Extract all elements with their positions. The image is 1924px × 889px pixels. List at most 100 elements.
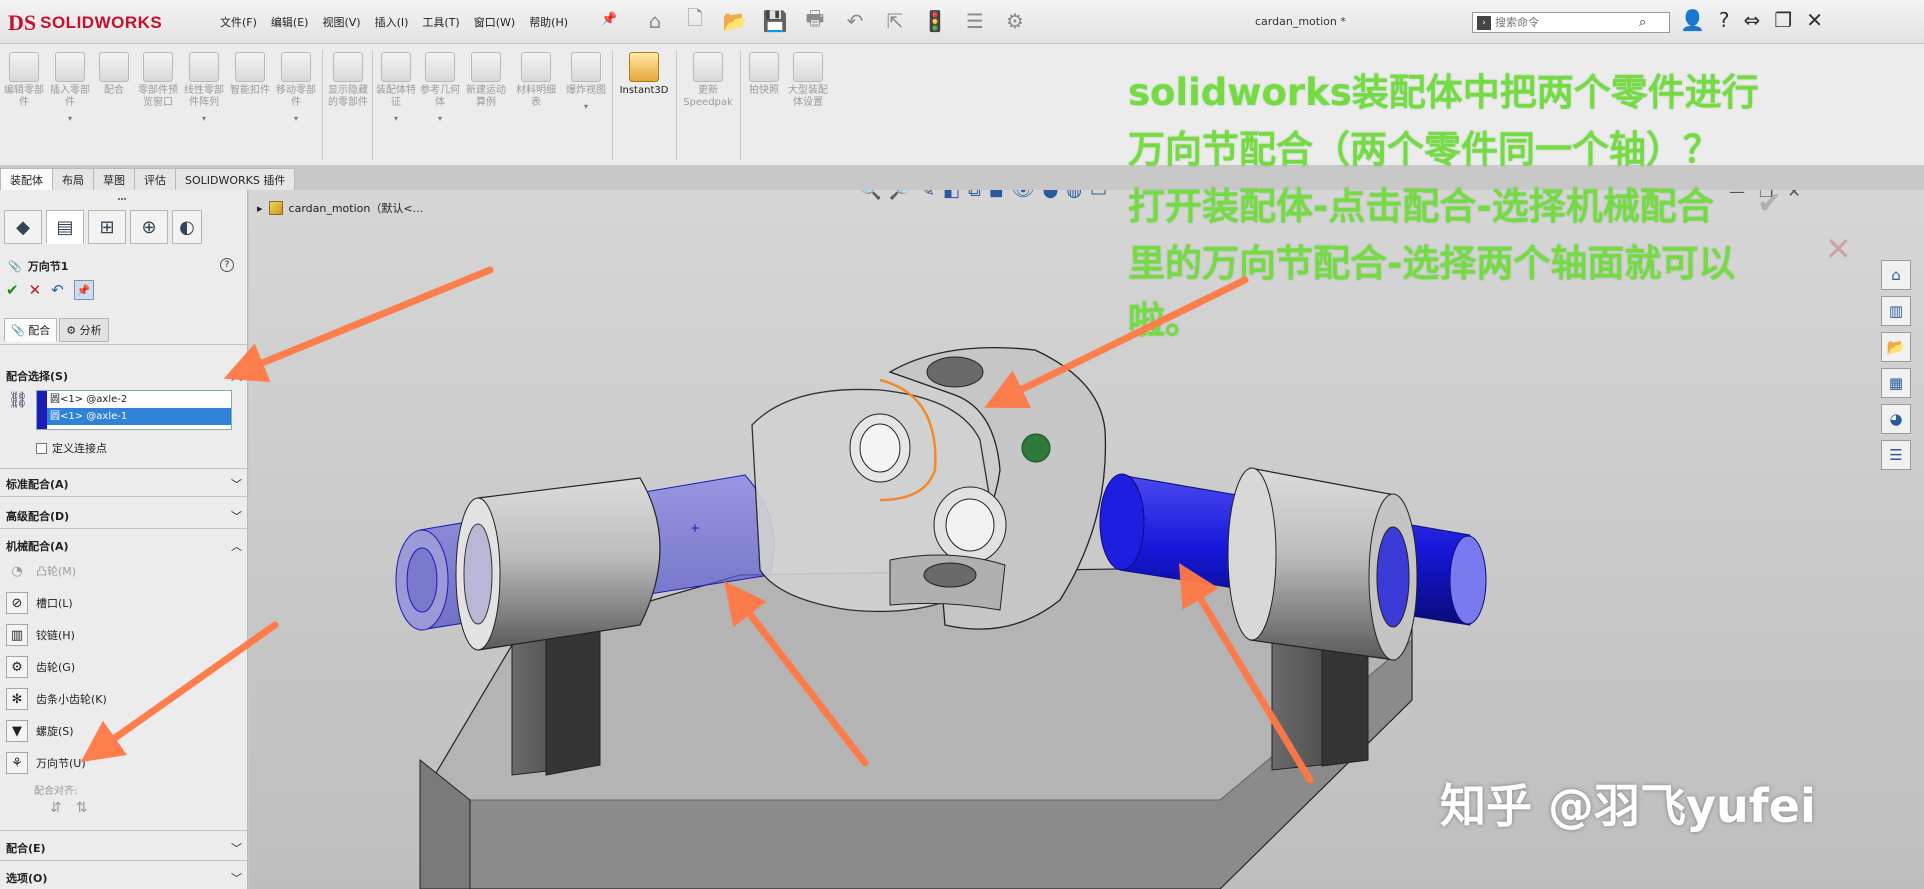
menu-tools[interactable]: 工具(T) [422,14,459,30]
mate-selection-list[interactable]: 圆<1> @axle-2 圆<1> @axle-1 [36,390,232,430]
mate-selections-header[interactable]: 配合选择(S) ︿ [6,368,242,384]
mechanical-mates-header[interactable]: 机械配合(A) ︿ [6,538,242,554]
ribbon-take-snapshot[interactable]: 拍快照 [742,52,786,97]
tab-solidworks-addins[interactable]: SOLIDWORKS 插件 [175,168,296,190]
menu-view[interactable]: 视图(V) [322,14,360,30]
home-icon[interactable]: ⌂ [640,6,670,36]
mate-universal-joint[interactable]: ⚘ 万向节(U) [6,752,86,774]
open-folder-icon[interactable]: 📂 [720,6,750,36]
mates-list-header[interactable]: 配合(E) ﹀ [6,840,242,856]
menu-help[interactable]: 帮助(H) [529,14,568,30]
selection-item-highlighted[interactable]: 圆<1> @axle-1 [47,408,231,425]
annotation-line: 里的万向节配合-选择两个轴面就可以 [1128,242,1736,285]
annotation-line: 啦。 [1128,299,1202,342]
dimxpert-tab[interactable]: ⊕ [130,210,168,244]
mate-screw[interactable]: ▼ 螺旋(S) [6,720,74,742]
select-cursor-icon[interactable]: ⇱ [880,6,910,36]
command-search-mode-icon[interactable]: › [1477,15,1491,30]
svg-text:+: + [690,521,700,535]
panel-divider [0,860,248,861]
configuration-manager-tab[interactable]: ⊞ [88,210,126,244]
tab-layout[interactable]: 布局 [52,168,94,190]
undo-icon[interactable]: ↶ [840,6,870,36]
ribbon-move-component[interactable]: 移动零部件 ▾ [274,52,318,125]
advanced-mates-header[interactable]: 高级配合(D) ﹀ [6,508,242,524]
save-icon[interactable]: 💾 [760,6,790,36]
mate-gear[interactable]: ⚙ 齿轮(G) [6,656,75,678]
annotation-line: solidworks装配体中把两个零件进行 [1128,71,1759,114]
help-icon[interactable]: ? [220,258,234,272]
ribbon-show-hidden[interactable]: 显示隐藏的零部件 [326,52,370,109]
mate-cam[interactable]: ◔ 凸轮(M) [6,560,76,582]
options-header[interactable]: 选项(O) ﹀ [6,870,242,886]
print-icon[interactable]: 🖶 [800,6,830,36]
ribbon-new-motion-study[interactable]: 新建运动算例 [464,52,508,109]
ribbon-bill-of-materials[interactable]: 材料明细表 [514,52,558,109]
tab-mates[interactable]: 📎 配合 [4,318,58,342]
ribbon-update-speedpak[interactable]: 更新Speedpak [682,52,734,109]
feature-manager-tab[interactable]: ◆ [4,210,42,244]
manager-pane-tabs: ◆ ▤ ⊞ ⊕ ◐ [4,210,202,244]
tab-evaluate[interactable]: 评估 [134,168,176,190]
chevron-up-icon: ︿ [231,370,242,383]
ribbon-linear-pattern[interactable]: 线性零部件阵列 ▾ [182,52,226,125]
help-question-icon[interactable]: ? [1719,8,1730,32]
rebuild-icon[interactable]: 🚦 [920,6,950,36]
speedpak-icon [693,52,723,82]
pushpin-icon[interactable]: 📌 [73,280,94,300]
ok-check-icon[interactable]: ✔ [6,281,19,299]
ribbon-exploded-view[interactable]: 爆炸视图 ▾ [564,52,608,113]
ribbon-instant3d[interactable]: Instant3D [618,52,670,97]
ribbon-assembly-features[interactable]: 装配体特征 ▾ [374,52,418,125]
mate-subtabs: 📎 配合 ⚙ 分析 [4,318,109,342]
solidworks-logo: DS SOLIDWORKS [8,10,162,36]
panel-divider [0,830,248,831]
ribbon-edit-component[interactable]: 编辑零部件 [2,52,46,109]
menu-file[interactable]: 文件(F) [220,14,257,30]
file-properties-icon[interactable]: ☰ [960,6,990,36]
display-manager-tab[interactable]: ◐ [172,210,202,244]
mate-hinge[interactable]: ▥ 铰链(H) [6,624,75,646]
ribbon-smart-fasteners[interactable]: 智能扣件 [228,52,272,97]
define-connection-point-row[interactable]: 定义连接点 [36,440,107,456]
menu-edit[interactable]: 编辑(E) [271,14,309,30]
ribbon-large-assembly-settings[interactable]: 大型装配体设置 [786,52,830,109]
ribbon-separator [372,50,373,160]
yoke-and-cross[interactable] [751,346,1107,630]
ribbon-component-preview[interactable]: 零部件预览窗口 [136,52,180,109]
mate-rack-pinion[interactable]: ✻ 齿条小齿轮(K) [6,688,107,710]
cancel-x-icon[interactable]: ✕ [29,281,42,299]
panel-grip-handle[interactable] [118,198,126,202]
show-hidden-icon [333,52,363,82]
define-connection-point-checkbox[interactable] [36,442,47,454]
collapse-ribbon-icon[interactable]: ⇔ [1744,8,1761,32]
menu-window[interactable]: 窗口(W) [474,14,515,30]
right-bearing-housing[interactable] [1227,467,1418,661]
restore-window-icon[interactable]: ❐ [1774,8,1792,32]
close-window-icon[interactable]: ✕ [1806,8,1823,32]
property-manager-tab[interactable]: ▤ [46,210,84,244]
tutorial-annotation: solidworks装配体中把两个零件进行 万向节配合（两个零件同一个轴）？ 打… [1128,64,1888,349]
new-document-icon[interactable]: 🗋 [680,6,710,36]
aligned-icon[interactable]: ⇵ [50,800,62,816]
options-gear-icon[interactable]: ⚙ [1000,6,1030,36]
standard-mates-header[interactable]: 标准配合(A) ﹀ [6,476,242,492]
tab-analysis[interactable]: ⚙ 分析 [59,318,109,342]
universal-joint-icon: ⚘ [6,752,28,774]
left-bearing-housing[interactable] [455,477,661,651]
tab-assembly[interactable]: 装配体 [0,168,53,190]
search-icon[interactable]: ⌕ [1639,15,1646,30]
mate-slot[interactable]: ⊘ 槽口(L) [6,592,73,614]
tab-sketch[interactable]: 草图 [93,168,135,190]
selection-item[interactable]: 圆<1> @axle-2 [47,391,231,408]
undo-arrow-icon[interactable]: ↶ [51,281,64,299]
menu-insert[interactable]: 插入(I) [375,14,409,30]
rack-pinion-icon: ✻ [6,688,28,710]
pin-menu-icon[interactable]: 📌 [601,12,617,27]
ribbon-insert-component[interactable]: 插入零部件 ▾ [48,52,92,125]
search-input[interactable] [1495,16,1635,29]
ribbon-mate[interactable]: 配合 [92,52,136,97]
ribbon-reference-geometry[interactable]: 参考几何体 ▾ [418,52,462,125]
user-account-icon[interactable]: 👤 [1680,8,1705,32]
anti-aligned-icon[interactable]: ⇅ [76,800,88,816]
